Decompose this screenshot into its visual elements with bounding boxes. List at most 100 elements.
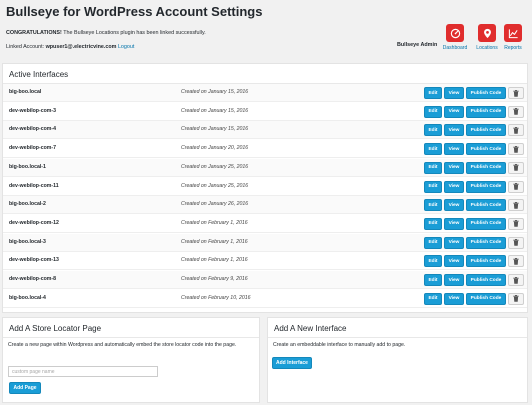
interface-row: dev-webilop-com-13 Created on February 1,… [3, 252, 527, 271]
store-locator-heading: Add A Store Locator Page [3, 318, 259, 338]
trash-icon [513, 257, 519, 265]
edit-button[interactable]: Edit [424, 161, 442, 174]
interface-row: big-boo.local-4 Created on February 10, 2… [3, 290, 527, 308]
view-button[interactable]: View [444, 255, 464, 268]
view-button[interactable]: View [444, 161, 464, 174]
interface-row: dev-webilop-com-3 Created on January 15, … [3, 103, 527, 121]
view-button[interactable]: View [444, 87, 464, 99]
publish-code-button[interactable]: Publish Code [466, 255, 506, 268]
trash-icon [513, 108, 519, 115]
active-interfaces-panel: Active Interfaces big-boo.local Created o… [2, 63, 528, 313]
map-pin-icon [478, 24, 496, 42]
trash-icon [513, 201, 519, 209]
delete-button[interactable] [508, 124, 524, 137]
interface-name: dev-webilop-com-4 [9, 126, 56, 133]
interface-created-date: Created on January 25, 2016 [181, 182, 249, 189]
interface-created-date: Created on January 25, 2016 [181, 163, 249, 170]
view-button[interactable]: View [444, 124, 464, 137]
line-chart-icon [504, 24, 522, 42]
delete-button[interactable] [508, 217, 524, 230]
trash-icon [513, 295, 519, 302]
publish-code-button[interactable]: Publish Code [466, 143, 506, 156]
interface-name: big-boo.local-1 [9, 163, 46, 170]
locations-button[interactable]: Locations [476, 24, 498, 51]
interface-row: big-boo.local-3 Created on February 1, 20… [3, 233, 527, 252]
edit-button[interactable]: Edit [424, 124, 442, 137]
edit-button[interactable]: Edit [424, 217, 442, 230]
view-button[interactable]: View [444, 105, 464, 118]
interface-row: dev-webilop-com-8 Created on February 9, … [3, 271, 527, 289]
edit-button[interactable]: Edit [424, 143, 442, 156]
trash-icon [513, 220, 519, 228]
view-button[interactable]: View [444, 180, 464, 193]
edit-button[interactable]: Edit [424, 292, 442, 305]
delete-button[interactable] [508, 143, 524, 156]
interface-created-date: Created on January 20, 2016 [181, 145, 249, 152]
view-button[interactable]: View [444, 292, 464, 305]
delete-button[interactable] [508, 255, 524, 268]
interface-created-date: Created on January 15, 2016 [181, 126, 249, 133]
add-interface-button[interactable]: Add Interface [272, 357, 312, 369]
edit-button[interactable]: Edit [424, 255, 442, 268]
delete-button[interactable] [508, 236, 524, 249]
publish-code-button[interactable]: Publish Code [466, 236, 506, 249]
delete-button[interactable] [508, 274, 524, 286]
edit-button[interactable]: Edit [424, 87, 442, 99]
publish-code-button[interactable]: Publish Code [466, 292, 506, 305]
delete-button[interactable] [508, 292, 524, 305]
dashboard-button[interactable]: Dashboard [443, 24, 467, 51]
publish-code-button[interactable]: Publish Code [466, 124, 506, 137]
admin-name: Bullseye Admin [397, 42, 438, 48]
interface-created-date: Created on January 15, 2016 [181, 89, 249, 95]
publish-code-button[interactable]: Publish Code [466, 217, 506, 230]
interface-created-date: Created on February 9, 2016 [181, 276, 248, 282]
edit-button[interactable]: Edit [424, 199, 442, 212]
delete-button[interactable] [508, 199, 524, 212]
linked-account-email: wpuser1@.electricvine.com [45, 44, 117, 50]
interface-name: dev-webilop-com-13 [9, 257, 59, 264]
interface-row: dev-webilop-com-12 Created on February 1,… [3, 215, 527, 233]
publish-code-button[interactable]: Publish Code [466, 274, 506, 286]
interface-name: big-boo.local [9, 89, 42, 95]
delete-button[interactable] [508, 161, 524, 174]
speedometer-icon [446, 24, 464, 42]
trash-icon [513, 145, 519, 153]
interface-created-date: Created on February 1, 2016 [181, 257, 248, 264]
interface-name: dev-webilop-com-7 [9, 145, 56, 152]
publish-code-button[interactable]: Publish Code [466, 87, 506, 99]
view-button[interactable]: View [444, 236, 464, 249]
add-page-button[interactable]: Add Page [9, 382, 41, 394]
new-interface-description: Create an embeddable interface to manual… [273, 342, 406, 348]
publish-code-button[interactable]: Publish Code [466, 161, 506, 174]
edit-button[interactable]: Edit [424, 274, 442, 286]
success-notice: CONGRATULATIONS! The Bullseye Locations … [6, 30, 206, 36]
store-locator-description: Create a new page within Wordpress and a… [8, 342, 237, 348]
edit-button[interactable]: Edit [424, 236, 442, 249]
edit-button[interactable]: Edit [424, 105, 442, 118]
custom-page-name-input[interactable] [8, 366, 158, 377]
edit-button[interactable]: Edit [424, 180, 442, 193]
trash-icon [513, 89, 519, 97]
view-button[interactable]: View [444, 199, 464, 212]
logout-link[interactable]: Logout [118, 44, 135, 50]
linked-account-label: Linked Account: [6, 44, 46, 50]
delete-button[interactable] [508, 87, 524, 99]
publish-code-button[interactable]: Publish Code [466, 180, 506, 193]
view-button[interactable]: View [444, 217, 464, 230]
reports-button[interactable]: Reports [502, 24, 524, 51]
interface-row: big-boo.local Created on January 15, 2016… [3, 84, 527, 102]
publish-code-button[interactable]: Publish Code [466, 105, 506, 118]
delete-button[interactable] [508, 105, 524, 118]
view-button[interactable]: View [444, 143, 464, 156]
interface-name: big-boo.local-2 [9, 201, 46, 208]
interface-created-date: Created on February 1, 2016 [181, 219, 248, 226]
view-button[interactable]: View [444, 274, 464, 286]
trash-icon [513, 126, 519, 134]
interface-row: dev-webilop-com-11 Created on January 25,… [3, 178, 527, 196]
interfaces-list: big-boo.local Created on January 15, 2016… [3, 84, 527, 312]
interface-name: dev-webilop-com-11 [9, 182, 59, 189]
interface-row: dev-webilop-com-4 Created on January 15, … [3, 121, 527, 140]
linked-account: Linked Account: wpuser1@.electricvine.co… [6, 44, 134, 50]
publish-code-button[interactable]: Publish Code [466, 199, 506, 212]
delete-button[interactable] [508, 180, 524, 193]
